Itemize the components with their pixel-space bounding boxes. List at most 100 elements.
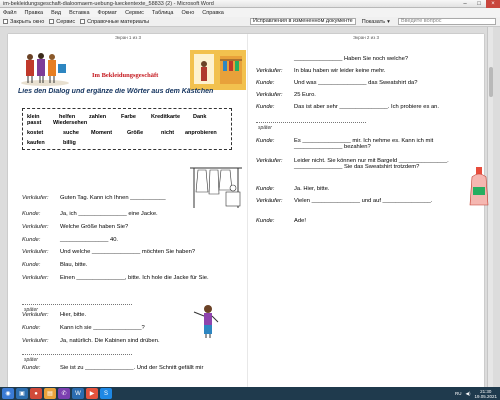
language-indicator[interactable]: RU <box>455 391 462 396</box>
clothing-shop-illustration <box>190 50 246 90</box>
dialog-text: Es _______________ mir. Ich nehme es. Ka… <box>294 138 434 150</box>
dialog-text: Welche Größe haben Sie? <box>60 224 129 230</box>
dialog-text: Vielen _______________ und auf _________… <box>294 198 433 204</box>
window-title: im-bekleidungsgeschaft-dialoomaem-uebung… <box>3 0 214 7</box>
dialog-text: Sie ist zu _______________. Und der Schn… <box>60 365 204 371</box>
dialog-text: Ja, natürlich. Die Kabinen sind drüben. <box>60 338 160 344</box>
speaker-label: Kunde: <box>256 80 275 86</box>
help-search-input[interactable]: Введите вопрос <box>398 18 496 25</box>
word-icon[interactable]: W <box>72 388 84 399</box>
taskbar: ◉ ▣ ● ▤ ✆ W ▶ S RU ◀) 21:30 19.05.2021 <box>0 387 500 400</box>
word-box: klein helfen zahlen Farbe Kreditkarte Dank pas… <box>22 108 232 150</box>
speaker-label: Kunde: <box>22 262 41 268</box>
page-label: Экран 1 из 3 <box>114 35 142 40</box>
title-bar: im-bekleidungsgeschaft-dialoomaem-uebung… <box>0 0 500 8</box>
menu-item[interactable]: Окно <box>182 10 195 16</box>
later-label: später <box>258 125 272 131</box>
word-box-item: zahlen <box>89 114 107 120</box>
decorative-bottle-icon <box>469 167 489 206</box>
speaker-label: Verkäufer: <box>256 92 283 98</box>
exercise-instruction: Lies den Dialog und ergänze die Wörter a… <box>18 88 214 95</box>
menu-item[interactable]: Вставка <box>69 10 89 16</box>
maximize-button[interactable]: □ <box>472 0 486 8</box>
speaker-label: Verkäufer: <box>256 158 283 164</box>
dialog-text: In blau haben wir leider keine mehr. <box>294 68 386 74</box>
word-box-item: suche <box>63 130 79 136</box>
word-box-item: Größe <box>127 130 144 136</box>
show-button[interactable]: Показать ▾ <box>362 19 390 25</box>
word-box-item: Dank <box>193 114 207 120</box>
word-box-item: Wiedersehen <box>53 120 88 126</box>
skype-icon[interactable]: S <box>100 388 112 399</box>
speaker-label: Kunde: <box>256 138 275 144</box>
separator-line <box>22 354 132 355</box>
word-box-item: Kreditkarte <box>151 114 181 120</box>
menu-item[interactable]: Сервис <box>125 10 144 16</box>
start-icon[interactable]: ◉ <box>2 388 14 399</box>
tools-button[interactable]: Сервис <box>49 19 75 25</box>
page-left: Экран 1 из 3 Im Bekleidungsgeschäft Lies… <box>8 34 248 387</box>
document-workspace: Экран 1 из 3 Im Bekleidungsgeschäft Lies… <box>0 27 500 387</box>
vertical-scrollbar[interactable] <box>487 27 493 387</box>
dialog-text: Guten Tag. Kann ich Ihnen ___________ <box>60 195 166 201</box>
word-box-item: Moment <box>91 130 113 136</box>
dialog-text: Leider nicht. Sie können nur mit Bargeld… <box>294 158 449 170</box>
speaker-label: Kunde: <box>22 237 41 243</box>
explorer-icon[interactable]: ▣ <box>16 388 28 399</box>
later-label: später <box>24 307 38 313</box>
girl-illustration <box>193 305 219 338</box>
word-box-item: Farbe <box>121 114 136 120</box>
speaker-label: Verkäufer: <box>22 224 49 230</box>
speaker-label: Verkäufer: <box>22 275 49 281</box>
menu-item[interactable]: Правка <box>25 10 44 16</box>
dialog-text: 25 Euro. <box>294 92 316 98</box>
dialog-text: Und welche _______________ möchten Sie h… <box>60 249 196 255</box>
book-icon <box>80 19 86 24</box>
speaker-label: Verkäufer: <box>22 249 49 255</box>
close-button[interactable]: × <box>486 0 500 8</box>
folder-icon[interactable]: ▤ <box>44 388 56 399</box>
menu-item[interactable]: Справка <box>202 10 224 16</box>
speaker-label: Kunde: <box>256 218 275 224</box>
dialog-text: Ja, ich _______________ eine Jacke. <box>60 211 158 217</box>
dialog-text: Das ist aber sehr _______________. Ich p… <box>294 104 440 110</box>
page-right: Экран 2 из 3 _______________ Haben Sie n… <box>248 34 484 387</box>
dialog-text: Einen _______________, bitte. Ich hole d… <box>60 275 209 281</box>
dialog-text: _______________ 40. <box>60 237 119 243</box>
dialog-text: Und was _______________ das Sweatshirt d… <box>294 80 418 86</box>
menu-item[interactable]: Вид <box>51 10 61 16</box>
speaker-label: Kunde: <box>22 365 41 371</box>
speaker-label: Verkäufer: <box>256 68 283 74</box>
close-reading-button[interactable]: Закрыть окно <box>3 19 44 25</box>
shoppers-illustration <box>21 53 69 86</box>
speaker-label: Kunde: <box>22 325 41 331</box>
references-button[interactable]: Справочные материалы <box>80 19 149 25</box>
word-box-item: kaufen <box>27 140 45 146</box>
speaker-label: Verkäufer: <box>22 338 49 344</box>
dialog-text: Ja. Hier, bitte. <box>294 186 330 192</box>
separator-line <box>22 304 132 305</box>
reading-toolbar: Закрыть окно Сервис Справочные материалы… <box>0 17 500 27</box>
document-icon <box>3 19 8 24</box>
later-label: später <box>24 357 38 363</box>
menu-item[interactable]: Формат <box>98 10 118 16</box>
lesson-title: Im Bekleidungsgeschäft <box>92 72 159 79</box>
markup-select[interactable]: Исправления в измененном документе <box>250 18 356 25</box>
word-box-item: kostet <box>27 130 44 136</box>
volume-icon[interactable]: ◀) <box>466 391 471 397</box>
clothes-rack-illustration <box>190 167 242 208</box>
browser-icon[interactable]: ● <box>30 388 42 399</box>
menu-item[interactable]: Таблица <box>152 10 174 16</box>
word-box-item: billig <box>63 140 76 146</box>
clock[interactable]: 21:30 19.05.2021 <box>474 389 497 399</box>
dialog-text: Blau, bitte. <box>60 262 88 268</box>
word-box-item: nicht <box>161 130 175 136</box>
viber-icon[interactable]: ✆ <box>58 388 70 399</box>
menu-item[interactable]: Файл <box>3 10 17 16</box>
speaker-label: Kunde: <box>22 211 41 217</box>
page-label: Экран 2 из 3 <box>352 35 380 40</box>
word-box-item: passt <box>27 120 42 126</box>
media-icon[interactable]: ▶ <box>86 388 98 399</box>
minimize-button[interactable]: – <box>458 0 472 8</box>
scrollbar-thumb[interactable] <box>489 67 493 97</box>
